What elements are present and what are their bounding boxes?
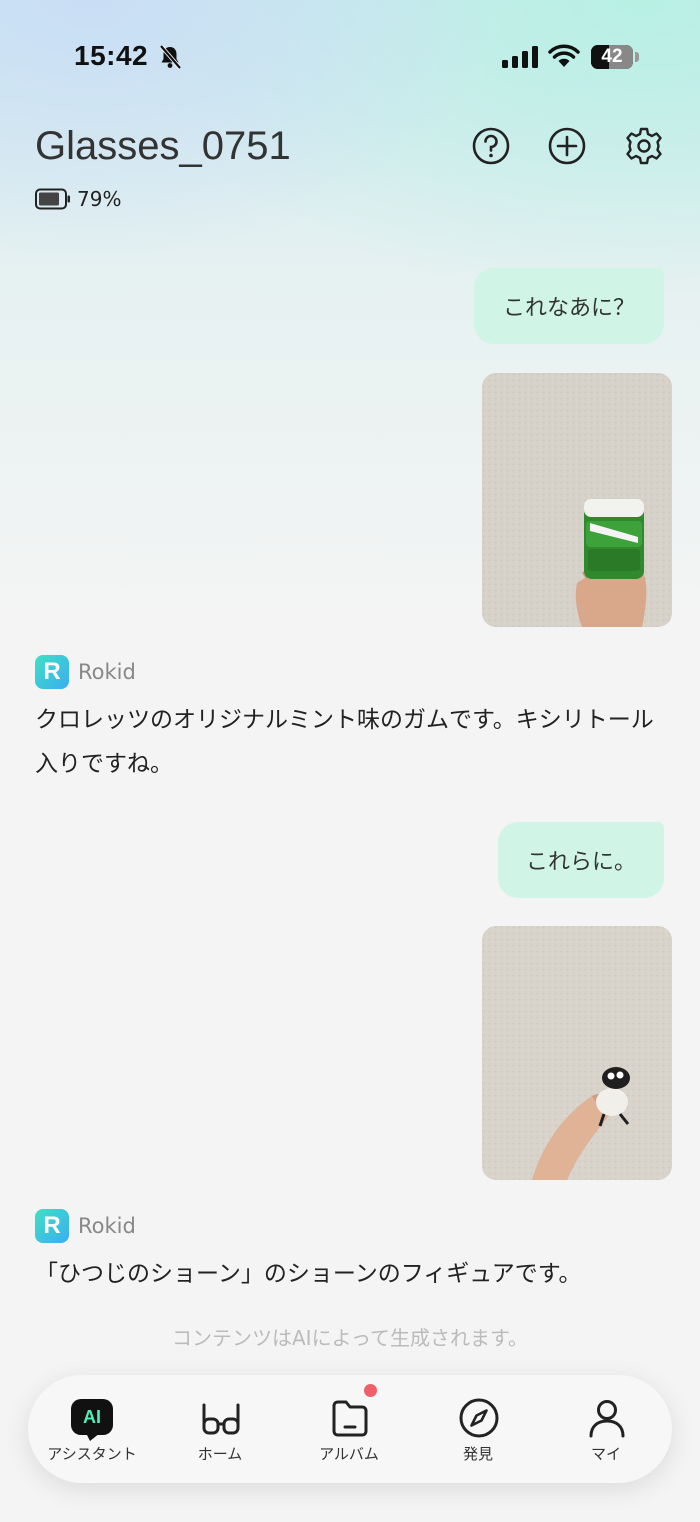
- sender-name: Rokid: [78, 1214, 136, 1238]
- ai-disclaimer: コンテンツはAIによって生成されます。: [172, 1326, 528, 1350]
- album-folder-icon: [332, 1400, 368, 1437]
- assistant-reply-text: クロレッツのオリジナルミント味のガムです。キシリトール入りですね。: [35, 707, 654, 777]
- person-icon: [589, 1400, 625, 1438]
- tab-my[interactable]: マイ: [542, 1375, 670, 1483]
- cellular-signal-icon: [502, 46, 538, 68]
- tab-label: アシスタント: [47, 1445, 137, 1463]
- photo-sheep-figure[interactable]: [482, 926, 672, 1180]
- tab-discover[interactable]: 発見: [414, 1375, 542, 1483]
- tab-label: ホーム: [197, 1445, 243, 1463]
- device-battery-icon: [35, 188, 70, 210]
- help-icon[interactable]: [471, 126, 511, 166]
- user-message-text: これなあに？: [502, 296, 635, 321]
- album-notification-dot: [364, 1384, 377, 1397]
- photo-gum-bottle[interactable]: [482, 373, 672, 627]
- battery-nub: [635, 52, 639, 62]
- phone-battery-level: 42: [601, 46, 623, 67]
- user-message-bubble: これらに。: [498, 822, 664, 898]
- phone-battery-indicator: 42: [591, 45, 633, 69]
- settings-gear-icon[interactable]: [624, 126, 664, 166]
- user-message-text: これらに。: [525, 850, 636, 875]
- tab-label: アルバム: [319, 1445, 379, 1463]
- bottom-tab-bar: AI アシスタント ホーム アルバム 発見 マイ: [28, 1375, 672, 1483]
- device-name-title: Glasses_0751: [35, 124, 291, 168]
- gum-photo-image: [482, 373, 672, 627]
- tab-label: マイ: [590, 1445, 621, 1463]
- assistant-sender: R Rokid: [35, 654, 136, 690]
- ai-icon-tail: [86, 1433, 100, 1441]
- tab-label: 発見: [462, 1445, 493, 1463]
- tab-assistant[interactable]: AI アシスタント: [28, 1375, 156, 1483]
- ai-assistant-icon: AI: [71, 1399, 113, 1435]
- tab-home[interactable]: ホーム: [156, 1375, 284, 1483]
- tab-album[interactable]: アルバム: [285, 1375, 413, 1483]
- device-battery-level: 79%: [77, 187, 122, 211]
- user-message-bubble: これなあに？: [474, 268, 664, 344]
- wifi-icon: [548, 44, 580, 67]
- rokid-logo-icon: R: [35, 1209, 69, 1243]
- compass-icon: [459, 1398, 499, 1438]
- silent-bell-icon: [159, 44, 182, 70]
- add-icon[interactable]: [547, 126, 587, 166]
- status-time: 15:42: [74, 40, 149, 71]
- sheep-photo-image: [482, 926, 672, 1180]
- glasses-icon: [202, 1403, 240, 1435]
- assistant-reply-text: 「ひつじのショーン」のショーンのフィギュアです。: [35, 1261, 582, 1287]
- assistant-sender: R Rokid: [35, 1208, 136, 1244]
- sender-name: Rokid: [78, 660, 136, 684]
- rokid-logo-icon: R: [35, 655, 69, 689]
